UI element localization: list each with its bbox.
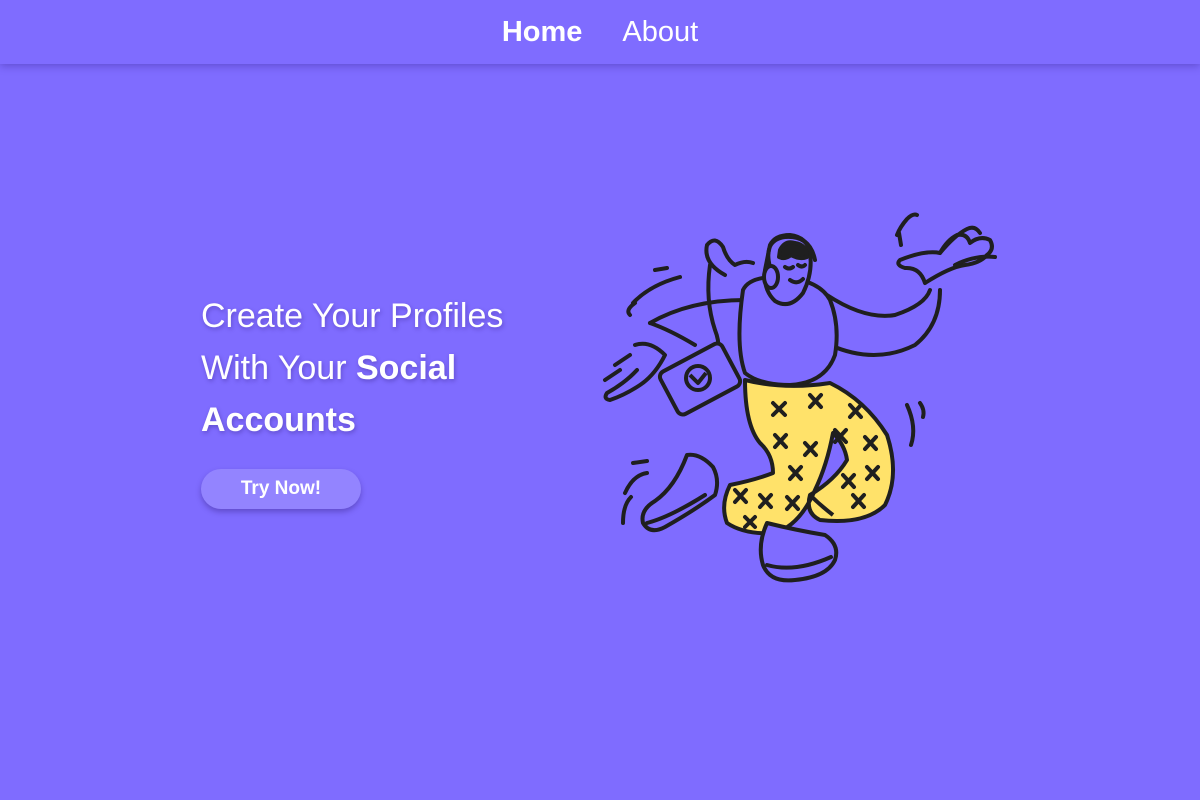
nav-home-link[interactable]: Home — [502, 17, 583, 47]
headline-line-1: Create Your Profiles — [201, 297, 504, 335]
headline-line-2-bold: Social — [355, 349, 457, 387]
dancing-person-illustration — [603, 212, 997, 583]
headline-line-2-prefix: With Your — [201, 349, 356, 387]
headline-line-3-bold: Accounts — [201, 401, 356, 439]
top-navbar: Home About — [0, 0, 1200, 64]
hero-text-block: Create Your Profiles With Your Social Ac… — [201, 290, 561, 446]
hero-headline: Create Your Profiles With Your Social Ac… — [201, 290, 561, 446]
try-now-button[interactable]: Try Now! — [201, 469, 361, 509]
nav-about-link[interactable]: About — [622, 17, 698, 47]
